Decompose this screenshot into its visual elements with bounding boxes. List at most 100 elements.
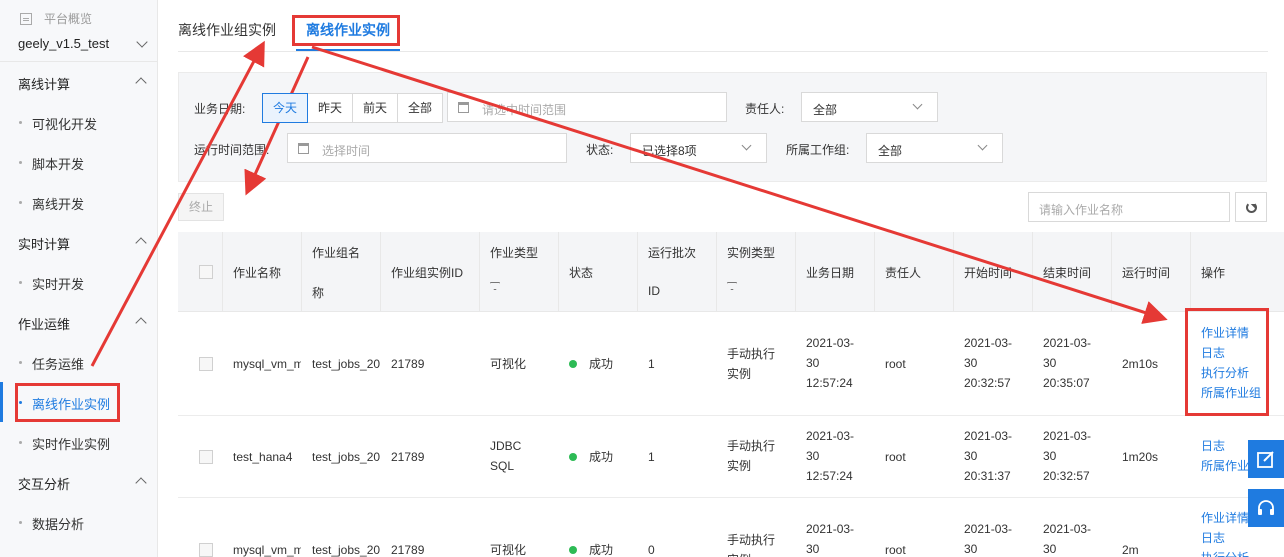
status-select[interactable]: 已选择8项 xyxy=(630,133,767,163)
cell-line: 2021-03- xyxy=(1043,429,1092,443)
active-tab-underline xyxy=(296,49,400,51)
sidebar-group-job-ops[interactable]: 作业运维 xyxy=(0,302,158,342)
sidebar-item-realtime-job-instance[interactable]: 实时作业实例 xyxy=(0,422,158,462)
row-checkbox[interactable] xyxy=(199,357,213,371)
calendar-icon xyxy=(298,143,309,154)
biz-date-all[interactable]: 全部 xyxy=(397,93,444,123)
group-name-cell: test_jobs_20 xyxy=(312,357,380,371)
row-checkbox[interactable] xyxy=(199,543,213,557)
project-selector[interactable]: geely_v1.5_test xyxy=(18,36,109,51)
filter-icon[interactable] xyxy=(727,282,737,290)
sidebar-item-data-analysis[interactable]: 数据分析 xyxy=(0,502,158,542)
chevron-down-icon[interactable] xyxy=(136,36,148,48)
instance-type-cell: 手动执行实例 xyxy=(727,530,775,557)
group-select[interactable]: 全部 xyxy=(866,133,1003,163)
cell-line: 12:57:24 xyxy=(806,469,853,483)
biz-date-cell: 2021-03- 30 xyxy=(806,519,854,557)
bullet-icon xyxy=(19,201,22,204)
select-all-checkbox[interactable] xyxy=(199,265,213,279)
header-label: 开始时间 xyxy=(964,266,1013,280)
job-detail-link[interactable]: 作业详情 xyxy=(1201,508,1249,528)
header-label: 状态 xyxy=(569,266,594,280)
cell-line: 2021-03- xyxy=(806,429,855,443)
header-label: ID xyxy=(648,284,660,298)
sidebar-item-visual-dev[interactable]: 可视化开发 xyxy=(0,102,158,142)
owner-select[interactable]: 全部 xyxy=(801,92,938,122)
biz-date-today[interactable]: 今天 xyxy=(262,93,309,123)
run-time-input[interactable]: 选择时间 xyxy=(287,133,567,163)
sidebar-item-offline-dev[interactable]: 离线开发 xyxy=(0,182,158,222)
execution-analysis-link[interactable]: 执行分析 xyxy=(1201,548,1249,557)
tab-offline-group-instance[interactable]: 离线作业组实例 xyxy=(178,20,276,40)
group-select-value: 全部 xyxy=(878,144,903,158)
cell-line: 实例 xyxy=(727,550,775,557)
active-indicator xyxy=(0,382,3,422)
header-batch-id: 运行批次 ID xyxy=(638,232,717,312)
header-select-all xyxy=(178,232,223,312)
cell-line: 2021-03- xyxy=(964,522,1013,536)
bullet-icon xyxy=(19,361,22,364)
header-job-name: 作业名称 xyxy=(223,232,302,312)
sidebar-group-interactive-analysis[interactable]: 交互分析 xyxy=(0,462,158,502)
sidebar-group-offline-compute[interactable]: 离线计算 xyxy=(0,62,158,102)
overview-link[interactable]: 平台概览 xyxy=(20,10,92,27)
sidebar-item-realtime-dev[interactable]: 实时开发 xyxy=(0,262,158,302)
end-time-cell: 2021-03- 30 xyxy=(1043,519,1091,557)
header-actions: 操作 xyxy=(1191,232,1284,312)
chevron-down-icon xyxy=(912,99,923,110)
header-label: 作业组实例ID xyxy=(391,266,464,280)
date-range-input[interactable]: 请选中时间范围 xyxy=(447,92,727,122)
biz-date-day-before[interactable]: 前天 xyxy=(352,93,399,123)
sidebar-item-label: 离线开发 xyxy=(32,197,85,212)
success-dot-icon xyxy=(569,360,577,368)
run-time-placeholder: 选择时间 xyxy=(322,144,371,158)
calendar-icon xyxy=(458,102,469,113)
sidebar-item-offline-job-instance[interactable]: 离线作业实例 xyxy=(0,382,158,422)
sidebar-item-task-ops[interactable]: 任务运维 xyxy=(0,342,158,382)
headset-icon xyxy=(1258,500,1274,515)
status-text: 成功 xyxy=(589,543,614,557)
job-name-cell[interactable]: mysql_vm_m xyxy=(233,540,301,557)
cell-line: SQL xyxy=(490,459,515,473)
start-time-cell: 2021-03- 30 xyxy=(964,519,1012,557)
sidebar-group-realtime-compute[interactable]: 实时计算 xyxy=(0,222,158,262)
feedback-button[interactable] xyxy=(1248,440,1284,478)
search-placeholder: 请输入作业名称 xyxy=(1039,203,1124,217)
header-instance-type: 实例类型 xyxy=(717,232,796,312)
row-checkbox[interactable] xyxy=(199,450,213,464)
header-duration: 运行时间 xyxy=(1112,232,1191,312)
support-button[interactable] xyxy=(1248,489,1284,527)
filter-icon[interactable] xyxy=(490,282,500,290)
cell-line: 20:31:37 xyxy=(964,469,1011,483)
batch-id-cell: 1 xyxy=(648,450,655,464)
job-type-cell: JDBC SQL xyxy=(490,436,521,476)
batch-id-cell: 0 xyxy=(648,543,655,557)
group-name-cell: test_jobs_20 xyxy=(312,543,380,557)
sidebar-item-label: 脚本开发 xyxy=(32,157,85,172)
end-time-cell: 2021-03- 30 20:32:57 xyxy=(1043,426,1091,486)
end-time-cell: 2021-03- 30 20:35:07 xyxy=(1043,333,1091,393)
job-name-cell[interactable]: mysql_vm_m xyxy=(233,354,301,374)
refresh-button[interactable] xyxy=(1235,192,1267,222)
log-link[interactable]: 日志 xyxy=(1201,528,1249,548)
job-search-input[interactable]: 请输入作业名称 xyxy=(1028,192,1230,222)
table-header: 作业名称 作业组名 称 作业组实例ID 作业类型 状态 运行批次 ID 实例类型 xyxy=(178,232,1284,312)
cell-line: 30 xyxy=(1043,356,1057,370)
biz-date-yesterday[interactable]: 昨天 xyxy=(307,93,354,123)
header-group-name: 作业组名 称 xyxy=(302,232,381,312)
start-time-cell: 2021-03- 30 20:32:57 xyxy=(964,333,1012,393)
group-instance-id-cell: 21789 xyxy=(391,450,425,464)
header-start-time: 开始时间 xyxy=(954,232,1033,312)
cell-line: 30 xyxy=(964,542,978,556)
biz-date-cell: 2021-03- 30 12:57:24 xyxy=(806,426,854,486)
header-label: 业务日期 xyxy=(806,266,855,280)
group-instance-id-cell: 21789 xyxy=(391,543,425,557)
sidebar-item-script-dev[interactable]: 脚本开发 xyxy=(0,142,158,182)
owner-label: 责任人: xyxy=(745,102,785,116)
stop-button[interactable]: 终止 xyxy=(178,193,224,221)
instance-type-cell: 手动执行实例 xyxy=(727,344,775,384)
cell-line: 手动执行 xyxy=(727,347,776,361)
bullet-icon xyxy=(19,161,22,164)
job-type-cell: 可视化 xyxy=(490,357,527,371)
job-name-cell[interactable]: test_hana4 xyxy=(233,447,292,467)
